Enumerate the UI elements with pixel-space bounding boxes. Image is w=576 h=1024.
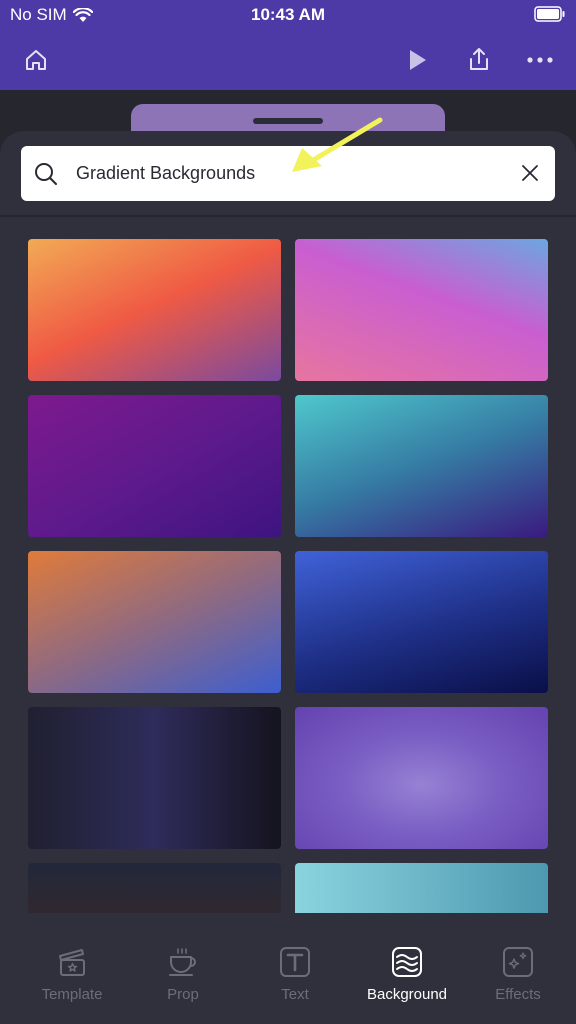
- clapperboard-star-icon: [59, 949, 85, 976]
- play-button[interactable]: [399, 42, 435, 78]
- tab-effects-label: Effects: [495, 986, 541, 1003]
- gradient-tile[interactable]: [28, 395, 281, 537]
- tab-background-label: Background: [366, 986, 448, 1003]
- toolbar: [0, 38, 576, 82]
- coffee-cup-icon: [169, 948, 196, 976]
- background-picker-sheet: [0, 118, 576, 1024]
- clear-search-button[interactable]: [517, 160, 543, 186]
- search-icon: [35, 163, 57, 185]
- gradient-tile[interactable]: [295, 863, 548, 913]
- tab-prop-label: Prop: [167, 986, 199, 1003]
- app-header: No SIM 10:43 AM: [0, 0, 576, 90]
- play-icon: [410, 50, 426, 70]
- tab-text-label: Text: [281, 986, 309, 1003]
- divider: [0, 215, 576, 217]
- text-box-icon: [280, 947, 310, 977]
- more-icon: [527, 57, 553, 63]
- home-icon: [26, 50, 46, 70]
- gradient-tile[interactable]: [295, 395, 548, 537]
- gradient-tile[interactable]: [295, 551, 548, 693]
- layers-wave-icon: [392, 947, 422, 977]
- gradient-tile[interactable]: [295, 707, 548, 849]
- sparkle-box-icon: [503, 947, 533, 977]
- status-right: [534, 6, 566, 27]
- tab-effects[interactable]: Effects: [463, 943, 573, 1009]
- gradient-tile[interactable]: [28, 551, 281, 693]
- tab-background[interactable]: Background: [352, 943, 462, 1009]
- tab-template-label: Template: [41, 986, 103, 1003]
- gradient-grid: [0, 221, 576, 913]
- tab-prop[interactable]: Prop: [128, 943, 238, 1009]
- share-icon: [470, 48, 488, 70]
- more-button[interactable]: [522, 42, 558, 78]
- tab-template[interactable]: Template: [17, 943, 127, 1009]
- close-icon: [522, 165, 538, 181]
- home-button[interactable]: [18, 42, 54, 78]
- tab-text[interactable]: Text: [240, 943, 350, 1009]
- gradient-tile[interactable]: [28, 707, 281, 849]
- status-bar: No SIM 10:43 AM: [0, 0, 576, 30]
- gradient-tile[interactable]: [28, 239, 281, 381]
- annotation-arrow: [292, 117, 383, 172]
- gradient-tile[interactable]: [295, 239, 548, 381]
- battery-icon: [534, 6, 565, 22]
- gradient-tile[interactable]: [28, 863, 281, 913]
- share-button[interactable]: [461, 42, 497, 78]
- status-time: 10:43 AM: [250, 5, 325, 24]
- bottom-tab-bar: Template Prop Text Background Effects: [0, 913, 576, 1024]
